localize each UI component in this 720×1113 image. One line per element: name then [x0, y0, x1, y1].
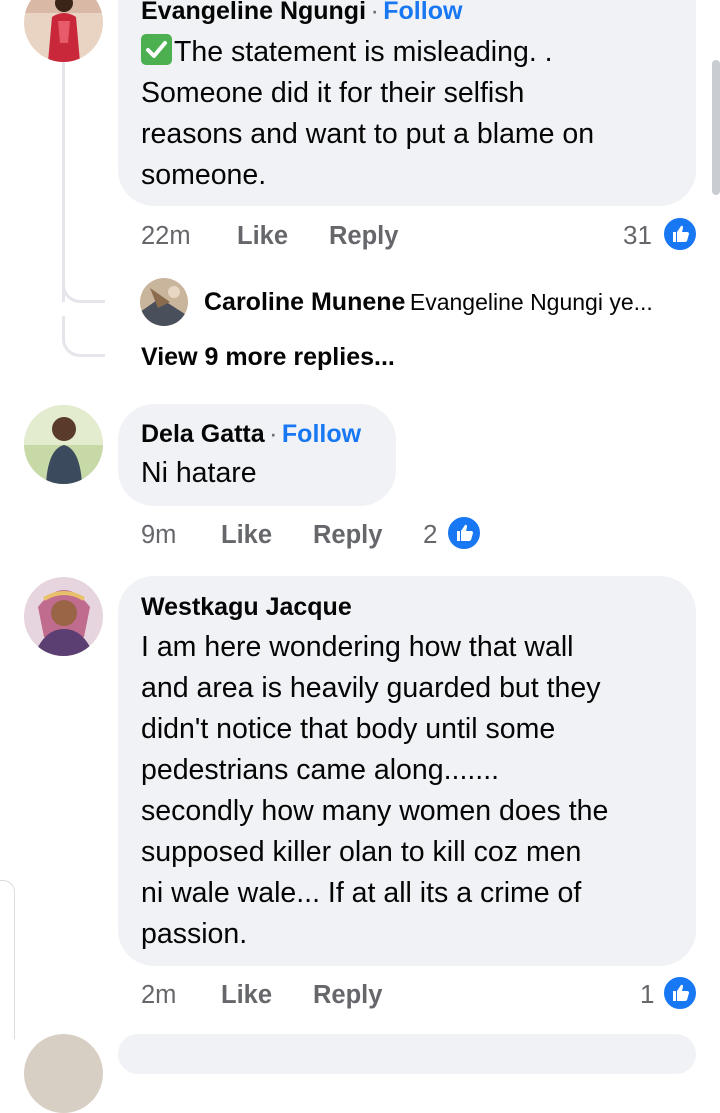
separator-dot: ·	[370, 0, 379, 25]
follow-button[interactable]: Follow	[282, 420, 361, 448]
avatar-evangeline[interactable]	[24, 0, 103, 62]
reply-preview-text: Evangeline Ngungi ye...	[409, 289, 653, 315]
reply-preview[interactable]: Caroline Munene Evangeline Ngungi ye...	[204, 288, 653, 317]
comment-text: The statement is misleading. . Someone d…	[141, 32, 681, 196]
comment-line: ni wale wale... If at all its a crime of	[141, 877, 582, 909]
comment-line: I am here wondering how that wall	[141, 631, 574, 663]
author-name[interactable]: Evangeline Ngungi	[141, 0, 366, 25]
comment-line: didn't notice that body until some	[141, 713, 556, 745]
avatar-next[interactable]	[24, 1034, 103, 1113]
comment-line: pedestrians came along.......	[141, 754, 500, 786]
comment-time[interactable]: 2m	[141, 981, 176, 1010]
avatar-dela-gatta[interactable]	[24, 405, 103, 484]
comment-line: someone.	[141, 159, 267, 191]
comment-line: and area is heavily guarded but they	[141, 672, 601, 704]
comment-line: reasons and want to put a blame on	[141, 118, 595, 150]
like-button[interactable]: Like	[221, 521, 272, 550]
separator-dot: ·	[269, 420, 278, 448]
author-name[interactable]: Westkagu Jacque	[141, 593, 352, 621]
comment-time[interactable]: 9m	[141, 521, 176, 550]
thumbs-up-icon	[662, 975, 698, 1011]
next-comment-bubble	[118, 1034, 696, 1074]
comment-text: I am here wondering how that wall and ar…	[141, 627, 691, 955]
comment-line: secondly how many women does the	[141, 795, 609, 827]
comment-line: Someone did it for their selfish	[141, 77, 525, 109]
comment-line: Ni hatare	[141, 457, 257, 489]
check-mark-icon	[141, 34, 172, 65]
comment-text: Ni hatare	[141, 453, 257, 494]
view-more-replies-link[interactable]: View 9 more replies...	[141, 343, 395, 372]
reply-button[interactable]: Reply	[313, 981, 382, 1010]
follow-button[interactable]: Follow	[383, 0, 462, 25]
reaction-count[interactable]: 1	[640, 979, 654, 1010]
reply-author-name[interactable]: Caroline Munene	[204, 288, 405, 316]
thumbs-up-icon	[446, 515, 482, 551]
avatar-caroline[interactable]	[140, 278, 188, 326]
reaction-count[interactable]: 2	[423, 519, 437, 550]
author-name[interactable]: Dela Gatta	[141, 420, 265, 448]
comment-time[interactable]: 22m	[141, 222, 191, 251]
reply-button[interactable]: Reply	[329, 222, 398, 251]
comment-header: Evangeline Ngungi · Follow	[141, 0, 462, 26]
thread-branch-reply	[62, 262, 105, 303]
reply-button[interactable]: Reply	[313, 521, 382, 550]
avatar-westkagu-jacque[interactable]	[24, 577, 103, 656]
comment-header: Westkagu Jacque	[141, 593, 352, 622]
reaction-count[interactable]: 31	[623, 220, 652, 251]
side-panel-edge	[0, 880, 15, 1039]
comment-header: Dela Gatta · Follow	[141, 420, 361, 449]
like-button[interactable]: Like	[221, 981, 272, 1010]
comment-line: supposed killer olan to kill coz men	[141, 836, 582, 868]
like-button[interactable]: Like	[237, 222, 288, 251]
scrollbar[interactable]	[712, 60, 720, 195]
thread-branch-more	[62, 316, 105, 357]
comment-line: The statement is misleading. .	[174, 36, 553, 68]
comment-line: passion.	[141, 918, 248, 950]
thumbs-up-icon	[662, 216, 698, 252]
